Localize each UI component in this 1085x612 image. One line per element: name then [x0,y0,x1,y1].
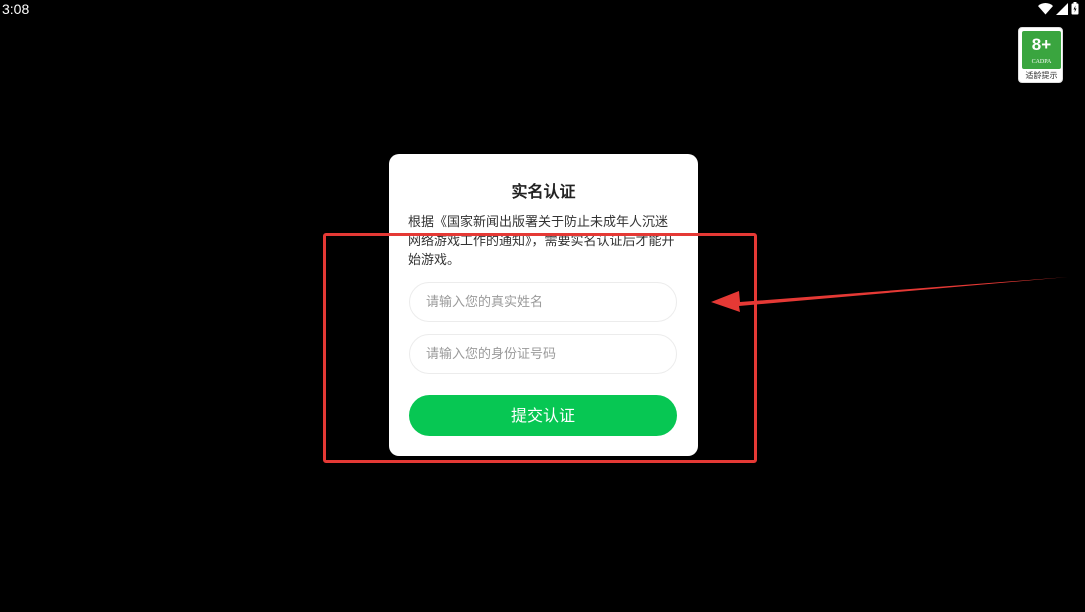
status-time: 3:08 [2,1,30,17]
battery-icon [1071,2,1079,15]
real-name-auth-dialog: 实名认证 根据《国家新闻出版署关于防止未成年人沉迷网络游戏工作的通知》，需要实名… [389,154,698,456]
age-rating-tip: 适龄提示 [1025,71,1058,80]
status-icons [1038,2,1079,15]
submit-auth-button[interactable]: 提交认证 [409,395,677,436]
age-rating-badge: 8+ CADPA 适龄提示 [1018,27,1063,83]
real-name-input[interactable] [409,282,677,322]
dialog-description: 根据《国家新闻出版署关于防止未成年人沉迷网络游戏工作的通知》，需要实名认证后才能… [408,215,675,268]
id-number-input[interactable] [409,334,677,374]
age-rating: 8+ [1031,35,1052,54]
age-rating-org: CADPA [1031,59,1052,65]
age-rating-panel: 8+ CADPA [1022,31,1061,69]
dialog-title: 实名认证 [511,182,576,201]
wifi-icon [1038,2,1053,15]
signal-icon [1056,2,1068,15]
